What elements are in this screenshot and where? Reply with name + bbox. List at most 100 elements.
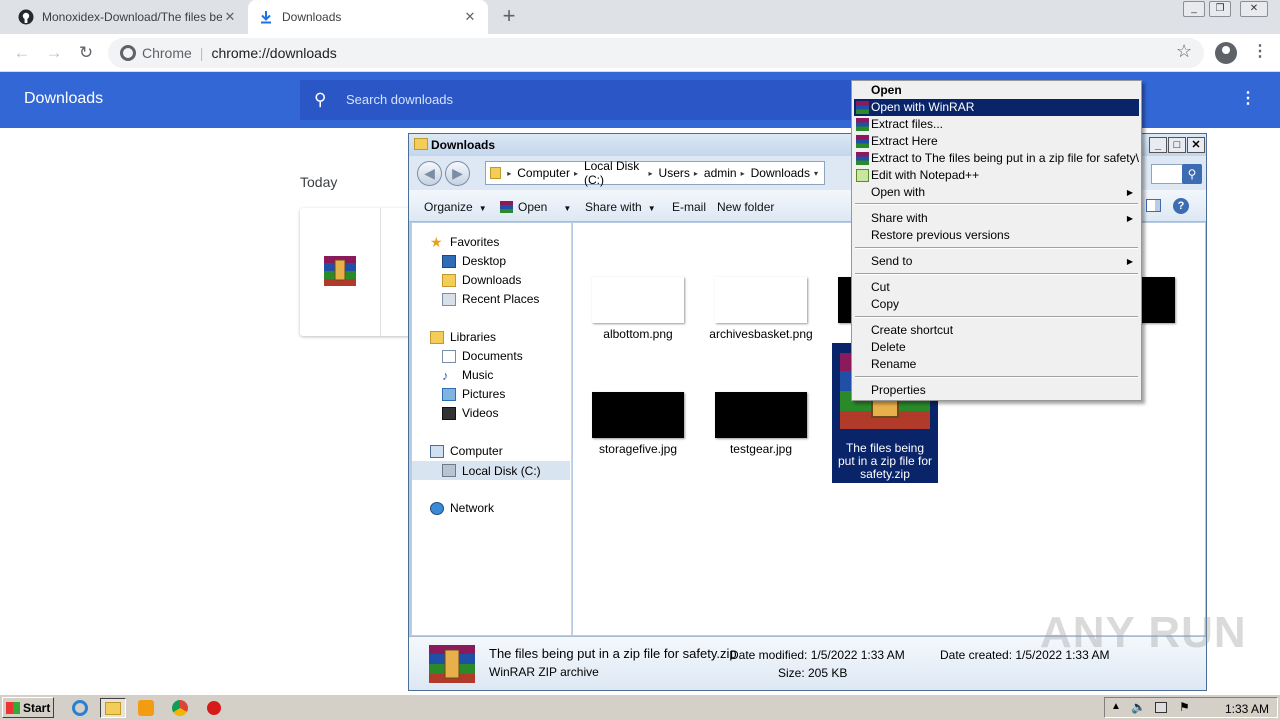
nav-recent-places[interactable]: Recent Places [442,292,539,306]
tab-downloads[interactable]: Downloads ✕ [248,0,488,34]
volume-icon[interactable]: 🔈 [1131,700,1146,714]
nav-documents[interactable]: Documents [442,349,523,363]
start-button[interactable]: Start [2,697,54,718]
nav-videos[interactable]: Videos [442,406,498,420]
reload-button[interactable]: ↻ [74,41,98,65]
explorer-maximize-button[interactable]: □ [1168,137,1186,153]
nav-downloads[interactable]: Downloads [442,273,521,287]
menu-label: Send to [871,254,913,268]
tab-title: Monoxidex-Download/The files being put i… [42,10,222,24]
action-center-flag-icon[interactable]: ⚑ [1179,700,1190,714]
nav-pictures[interactable]: Pictures [442,387,505,401]
search-downloads-field[interactable]: ⚲ Search downloads [300,80,860,120]
file-name[interactable]: archivesbasket.png [701,327,821,341]
selected-file-name[interactable]: The files being put in a zip file for sa… [837,442,933,481]
nav-label: Desktop [462,254,507,268]
downloads-menu-icon[interactable]: ⋮ [1240,88,1256,108]
explorer-address-bar[interactable]: ▸ Computer ▸ Local Disk (C:) ▸ Users ▸ admi… [485,159,825,187]
breadcrumb-admin[interactable]: admin [704,166,737,180]
menu-item-open[interactable]: Open [854,82,1139,99]
chevron-right-icon[interactable]: ▸ [694,169,698,178]
menu-item-edit-notepad[interactable]: Edit with Notepad++ [854,167,1139,184]
menu-item-open-with[interactable]: Open with ▶ [854,184,1139,201]
clock[interactable]: 1:33 AM [1225,702,1269,716]
explorer-title: Downloads [431,138,496,152]
nav-label: Pictures [462,387,506,401]
menu-item-send-to[interactable]: Send to ▶ [854,253,1139,270]
new-tab-button[interactable]: + [498,5,520,29]
stop-sign-icon[interactable] [204,698,224,718]
tab-close-icon[interactable]: ✕ [462,9,478,25]
chevron-right-icon[interactable]: ▸ [741,169,745,178]
file-thumbnail[interactable] [592,392,684,438]
explorer-minimize-button[interactable]: _ [1149,137,1167,153]
file-name[interactable]: storagefive.jpg [578,442,698,456]
tab-close-icon[interactable]: ✕ [222,9,238,25]
menu-item-create-shortcut[interactable]: Create shortcut [854,322,1139,339]
preview-pane-icon[interactable] [1146,199,1161,212]
bookmark-star-icon[interactable]: ☆ [1176,41,1192,62]
file-thumbnail[interactable] [715,277,807,323]
chevron-right-icon[interactable]: ▸ [574,169,578,178]
restore-button[interactable]: ❐ [1209,1,1231,17]
explorer-forward-button[interactable]: ▶ [445,161,470,186]
nav-label: Documents [462,349,523,363]
nav-computer[interactable]: Computer [430,444,503,458]
menu-item-restore-previous-versions[interactable]: Restore previous versions [854,227,1139,244]
organize-button[interactable]: Organize ▼ [424,200,487,214]
chevron-down-icon[interactable]: ▾ [814,169,818,178]
file-name[interactable]: albottom.png [578,327,698,341]
breadcrumb-computer[interactable]: Computer [517,166,570,180]
share-with-button[interactable]: Share with ▼ [585,200,656,214]
downloads-folder-icon [442,273,456,287]
file-name[interactable]: testgear.jpg [701,442,821,456]
menu-item-extract-files[interactable]: Extract files... [854,116,1139,133]
file-thumbnail[interactable] [592,277,684,323]
internet-explorer-icon[interactable] [70,698,90,718]
menu-item-rename[interactable]: Rename [854,356,1139,373]
menu-item-extract-to[interactable]: Extract to The files being put in a zip … [854,150,1139,167]
close-window-button[interactable]: ✕ [1240,1,1268,17]
minimize-button[interactable]: _ [1183,1,1205,17]
chrome-menu-icon[interactable]: ⋮ [1252,41,1268,61]
tray-expand-icon[interactable]: ▲ [1111,701,1121,712]
help-icon[interactable]: ? [1173,198,1189,214]
windows-logo-icon [6,701,20,714]
network-icon [430,501,444,515]
new-folder-button[interactable]: New folder [717,200,774,214]
explorer-back-button[interactable]: ◀ [417,161,442,186]
profile-avatar-icon[interactable] [1215,42,1237,64]
explorer-close-button[interactable]: ✕ [1187,137,1205,153]
nav-network[interactable]: Network [430,501,494,515]
search-icon[interactable]: ⚲ [1182,164,1202,184]
windows-explorer-icon[interactable] [100,698,126,718]
tab-github[interactable]: Monoxidex-Download/The files being put i… [8,0,248,34]
breadcrumb-users[interactable]: Users [659,166,690,180]
nav-favorites[interactable]: ★ Favorites [430,235,499,250]
nav-libraries[interactable]: Libraries [430,330,496,344]
menu-item-properties[interactable]: Properties [854,382,1139,399]
address-bar[interactable]: Chrome | chrome://downloads [108,38,1204,68]
chevron-right-icon[interactable]: ▸ [649,169,653,178]
file-thumbnail[interactable] [715,392,807,438]
network-tray-icon[interactable] [1155,702,1167,713]
open-button[interactable]: Open ▼ [500,200,571,214]
email-button[interactable]: E-mail [672,200,706,214]
nav-desktop[interactable]: Desktop [442,254,506,268]
breadcrumb-downloads[interactable]: Downloads [751,166,810,180]
menu-item-copy[interactable]: Copy [854,296,1139,313]
back-button[interactable]: ← [10,41,34,65]
nav-music[interactable]: ♪ Music [442,368,493,382]
menu-item-cut[interactable]: Cut [854,279,1139,296]
breadcrumb-local-disk[interactable]: Local Disk (C:) [584,159,645,187]
media-player-icon[interactable] [136,698,156,718]
nav-local-disk[interactable]: Local Disk (C:) [412,461,570,480]
menu-item-extract-here[interactable]: Extract Here [854,133,1139,150]
menu-item-open-with-winrar[interactable]: Open with WinRAR [854,99,1139,116]
libraries-icon [430,330,444,344]
download-icon [258,9,274,25]
menu-item-share-with[interactable]: Share with ▶ [854,210,1139,227]
chrome-taskbar-icon[interactable] [170,698,190,718]
forward-button[interactable]: → [42,41,66,65]
menu-item-delete[interactable]: Delete [854,339,1139,356]
